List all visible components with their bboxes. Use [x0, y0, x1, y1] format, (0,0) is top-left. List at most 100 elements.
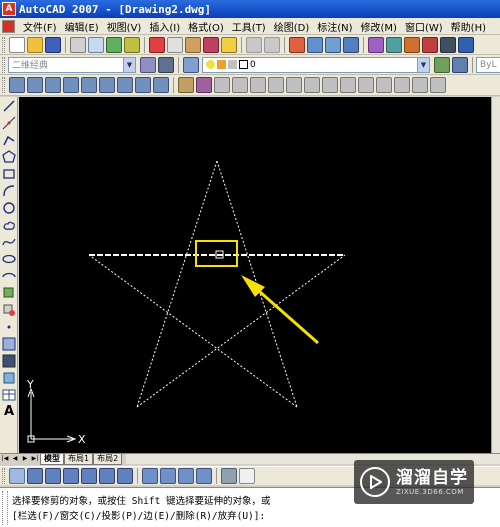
se-iso-icon[interactable]	[160, 468, 176, 484]
undo-icon[interactable]	[246, 36, 262, 53]
construction-line-icon[interactable]	[2, 116, 16, 130]
view-left-icon[interactable]	[63, 468, 79, 484]
layer-previous-icon[interactable]	[452, 56, 468, 73]
chevron-down-icon[interactable]: ▼	[123, 57, 135, 72]
make-current-layer-icon[interactable]	[434, 56, 450, 73]
first-tab-icon[interactable]: |◀	[0, 454, 10, 464]
view-front-icon[interactable]	[99, 468, 115, 484]
revision-cloud-icon[interactable]	[2, 218, 16, 232]
hatch-icon[interactable]	[2, 337, 16, 351]
spline-icon[interactable]	[2, 235, 16, 249]
toolbar-grip[interactable]	[2, 56, 5, 73]
zoom-all-icon[interactable]	[135, 77, 151, 93]
dim-ordinate-icon[interactable]	[232, 77, 248, 93]
dim-break-icon[interactable]	[394, 77, 410, 93]
tab-layout1[interactable]: 布局1	[64, 453, 94, 465]
view-back-icon[interactable]	[117, 468, 133, 484]
zoom-window-icon[interactable]	[9, 77, 25, 93]
menu-edit[interactable]: 编辑(E)	[61, 19, 103, 34]
menu-format[interactable]: 格式(O)	[184, 19, 228, 34]
command-line-grip[interactable]	[2, 491, 8, 525]
zoom-extents-icon[interactable]	[153, 77, 169, 93]
chevron-down-icon[interactable]: ▼	[417, 57, 429, 72]
dim-baseline-icon[interactable]	[340, 77, 356, 93]
polygon-icon[interactable]	[2, 150, 16, 164]
help-icon[interactable]	[458, 36, 474, 53]
ellipse-arc-icon[interactable]	[2, 269, 16, 283]
line-icon[interactable]	[2, 99, 16, 113]
star-shape[interactable]	[88, 160, 346, 408]
menu-draw[interactable]: 绘图(D)	[270, 19, 314, 34]
multiline-text-icon[interactable]: A	[2, 405, 16, 419]
autocad-app-icon[interactable]: A	[2, 2, 16, 16]
layer-lock-icon[interactable]	[228, 60, 237, 69]
ellipse-icon[interactable]	[2, 252, 16, 266]
table-icon[interactable]	[2, 388, 16, 402]
tool-palettes-icon[interactable]	[404, 36, 420, 53]
view-right-icon[interactable]	[81, 468, 97, 484]
tab-layout2[interactable]: 布局2	[93, 453, 123, 465]
zoom-realtime-icon[interactable]	[307, 36, 323, 53]
dim-space-icon[interactable]	[376, 77, 392, 93]
properties-icon[interactable]	[368, 36, 384, 53]
design-center-icon[interactable]	[386, 36, 402, 53]
polyline-icon[interactable]	[2, 133, 16, 147]
dim-linear-icon[interactable]	[178, 77, 194, 93]
redo-icon[interactable]	[264, 36, 280, 53]
zoom-center-icon[interactable]	[63, 77, 79, 93]
arc-icon[interactable]	[2, 184, 16, 198]
calculator-icon[interactable]	[440, 36, 456, 53]
ne-iso-icon[interactable]	[178, 468, 194, 484]
dim-diameter-icon[interactable]	[286, 77, 302, 93]
3d-dwf-icon[interactable]	[124, 36, 140, 53]
dim-angular-icon[interactable]	[304, 77, 320, 93]
menu-view[interactable]: 视图(V)	[103, 19, 146, 34]
match-properties-icon[interactable]	[203, 36, 219, 53]
publish-icon[interactable]	[106, 36, 122, 53]
dim-continue-icon[interactable]	[358, 77, 374, 93]
menu-help[interactable]: 帮助(H)	[447, 19, 490, 34]
named-views-icon[interactable]	[239, 468, 255, 484]
toolbar-grip[interactable]	[2, 77, 5, 93]
tolerance-icon[interactable]	[412, 77, 428, 93]
tab-model[interactable]: 模型	[40, 453, 64, 465]
layer-manager-icon[interactable]	[183, 56, 199, 73]
plot-preview-icon[interactable]	[88, 36, 104, 53]
layer-freeze-icon[interactable]	[217, 60, 226, 69]
workspace-settings-icon[interactable]	[140, 56, 156, 73]
view-top-icon[interactable]	[27, 468, 43, 484]
workspace-icon[interactable]	[158, 56, 174, 73]
nw-iso-icon[interactable]	[196, 468, 212, 484]
menu-dimension[interactable]: 标注(N)	[313, 19, 356, 34]
dim-arc-icon[interactable]	[214, 77, 230, 93]
dim-aligned-icon[interactable]	[196, 77, 212, 93]
layer-dropdown[interactable]: 0 ▼	[202, 56, 430, 73]
dim-jogged-icon[interactable]	[268, 77, 284, 93]
vertical-scrollbar[interactable]	[491, 97, 500, 453]
render-icon[interactable]	[9, 468, 25, 484]
insert-block-icon[interactable]	[2, 286, 16, 300]
drawing-canvas[interactable]: Y X	[19, 97, 491, 453]
last-tab-icon[interactable]: ▶|	[30, 454, 40, 464]
zoom-previous-icon[interactable]	[343, 36, 359, 53]
camera-icon[interactable]	[221, 468, 237, 484]
toolbar-grip[interactable]	[2, 468, 5, 484]
toolbar-grip[interactable]	[2, 36, 5, 53]
view-bottom-icon[interactable]	[45, 468, 61, 484]
circle-icon[interactable]	[2, 201, 16, 215]
zoom-in-icon[interactable]	[99, 77, 115, 93]
zoom-dynamic-icon[interactable]	[27, 77, 43, 93]
workspace-dropdown[interactable]: 二维经典 ▼	[8, 56, 136, 73]
menu-insert[interactable]: 插入(I)	[145, 19, 184, 34]
open-icon[interactable]	[27, 36, 43, 53]
region-icon[interactable]	[2, 371, 16, 385]
menu-modify[interactable]: 修改(M)	[357, 19, 401, 34]
layer-on-icon[interactable]	[206, 60, 215, 69]
make-block-icon[interactable]	[2, 303, 16, 317]
zoom-object-icon[interactable]	[81, 77, 97, 93]
zoom-window-icon[interactable]	[325, 36, 341, 53]
copy-icon[interactable]	[167, 36, 183, 53]
menu-window[interactable]: 窗口(W)	[401, 19, 447, 34]
zoom-out-icon[interactable]	[117, 77, 133, 93]
layer-color-icon[interactable]	[239, 60, 248, 69]
